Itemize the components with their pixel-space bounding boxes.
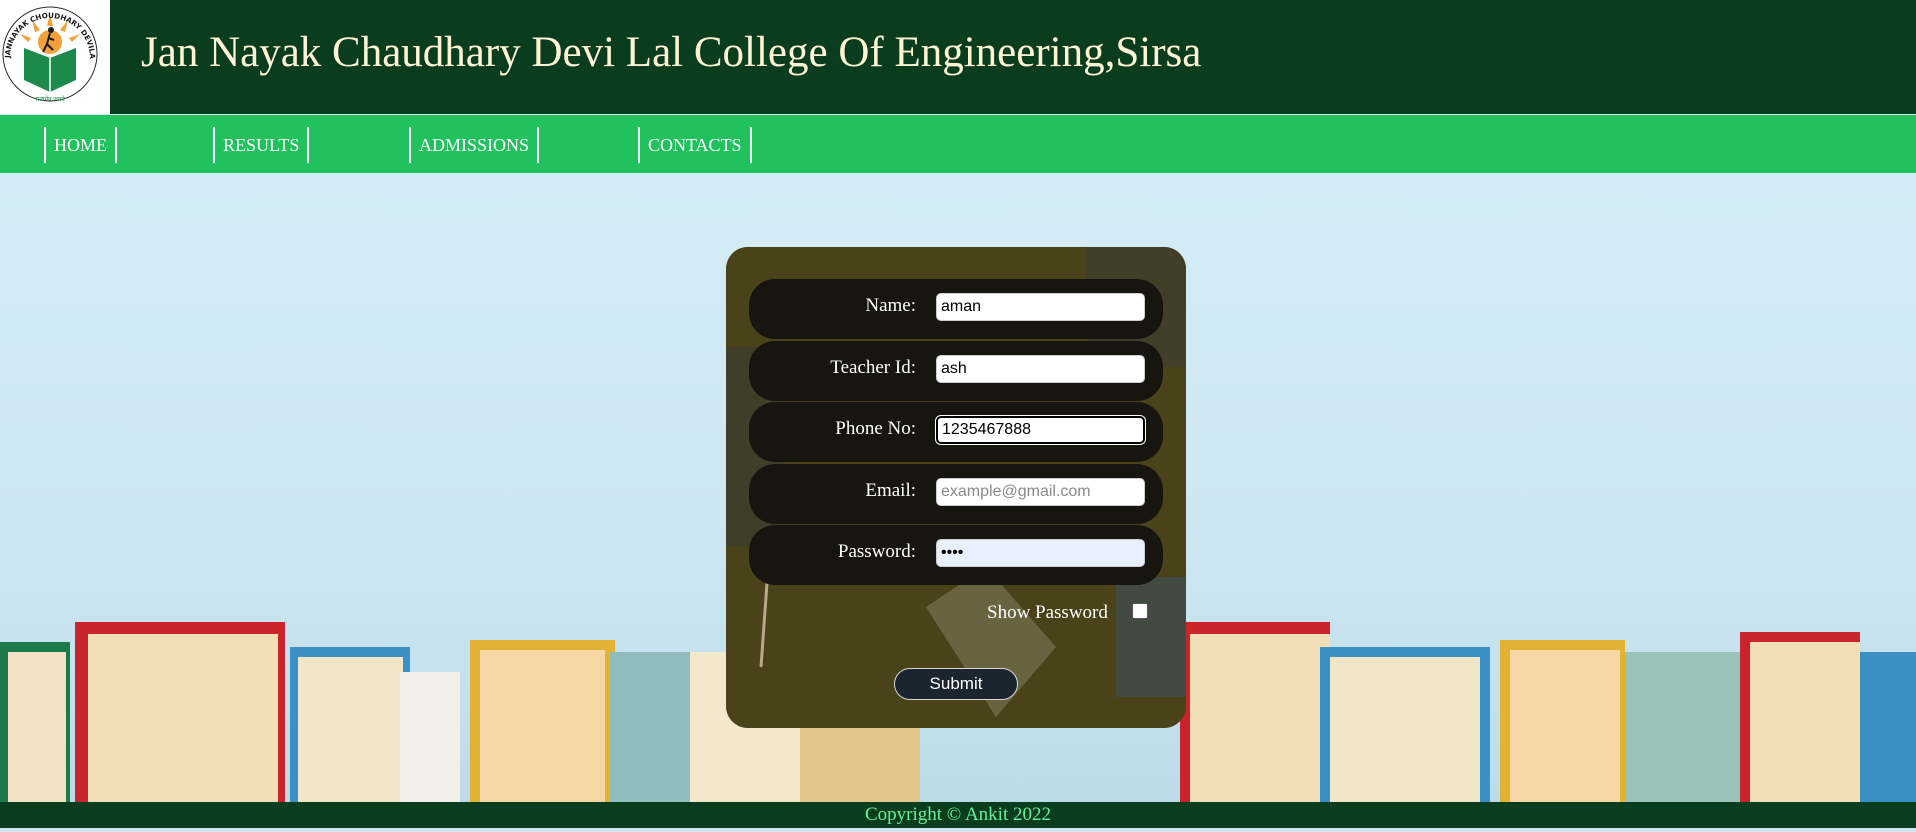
svg-text:सत्यमेव जयते: सत्यमेव जयते bbox=[35, 95, 65, 103]
teacher-registration-form: Name: Teacher Id: Phone No: Email: Passw… bbox=[726, 247, 1186, 728]
password-row: Password: bbox=[749, 525, 1163, 585]
email-row: Email: bbox=[749, 464, 1163, 524]
page-title: Jan Nayak Chaudhary Devi Lal College Of … bbox=[141, 29, 1202, 76]
nav-home-link[interactable]: HOME bbox=[44, 127, 117, 163]
teacher-id-label: Teacher Id: bbox=[830, 357, 916, 378]
name-input[interactable] bbox=[936, 293, 1145, 321]
phone-row: Phone No: bbox=[749, 402, 1163, 462]
submit-button[interactable]: Submit bbox=[894, 668, 1018, 700]
college-logo: JANNAYAK CHOUDHARY DEVILAL VIDYA PEETH स… bbox=[0, 0, 110, 114]
phone-input[interactable] bbox=[936, 416, 1145, 444]
site-header: JANNAYAK CHOUDHARY DEVILAL VIDYA PEETH स… bbox=[0, 0, 1916, 114]
show-password-label: Show Password bbox=[987, 602, 1108, 623]
password-label: Password: bbox=[837, 541, 916, 562]
show-password-checkbox[interactable] bbox=[1132, 603, 1148, 619]
teacher-id-input[interactable] bbox=[936, 355, 1145, 383]
nav-contacts-link[interactable]: CONTACTS bbox=[638, 127, 752, 163]
main-nav: HOME RESULTS ADMISSIONS CONTACTS bbox=[0, 115, 1916, 173]
phone-label: Phone No: bbox=[835, 418, 916, 439]
site-footer: Copyright © Ankit 2022 bbox=[0, 802, 1916, 828]
teacher-id-row: Teacher Id: bbox=[749, 341, 1163, 401]
name-row: Name: bbox=[749, 279, 1163, 339]
nav-admissions-link[interactable]: ADMISSIONS bbox=[409, 127, 540, 163]
email-label: Email: bbox=[865, 480, 916, 501]
copyright-text: Copyright © Ankit 2022 bbox=[865, 804, 1051, 825]
name-label: Name: bbox=[865, 295, 916, 316]
password-input[interactable] bbox=[936, 539, 1145, 567]
nav-results-link[interactable]: RESULTS bbox=[213, 127, 310, 163]
email-input[interactable] bbox=[936, 478, 1145, 506]
